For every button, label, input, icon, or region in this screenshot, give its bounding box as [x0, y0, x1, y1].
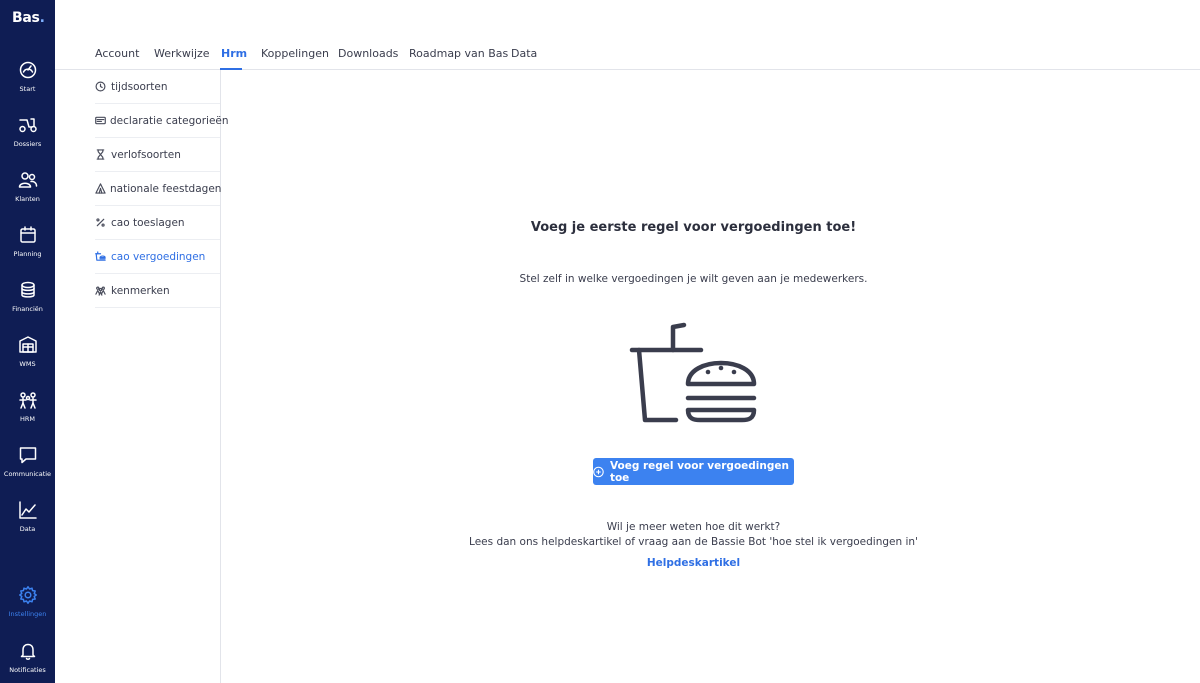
- empty-state-subtitle: Stel zelf in welke vergoedingen je wilt …: [519, 273, 868, 285]
- speedometer-icon: [19, 61, 36, 79]
- clock-icon: [95, 81, 106, 91]
- tab-koppelingen[interactable]: Koppelingen: [261, 47, 329, 60]
- help-description: Lees dan ons helpdeskartikel of vraag aa…: [469, 536, 918, 548]
- drink-and-burger-icon: [629, 322, 757, 423]
- tab-downloads[interactable]: Downloads: [338, 47, 398, 60]
- nav-data[interactable]: Data: [0, 500, 55, 533]
- nav-start[interactable]: Start: [0, 60, 55, 93]
- nav-communicatie[interactable]: Communicatie: [0, 445, 55, 478]
- tab-account[interactable]: Account: [95, 47, 139, 60]
- help-question: Wil je meer weten hoe dit werkt?: [606, 521, 781, 533]
- subnav-item-feestdagen[interactable]: nationale feestdagen: [95, 172, 221, 206]
- add-vergoeding-rule-label: Voeg regel voor vergoedingen toe: [609, 459, 789, 484]
- tab-hrm[interactable]: Hrm: [221, 47, 247, 60]
- food-icon: [95, 250, 106, 261]
- bell-icon: [20, 643, 35, 660]
- subnav-item-kenmerken[interactable]: kenmerken: [95, 274, 220, 308]
- nav-notificaties[interactable]: Notificaties: [0, 641, 55, 674]
- hrm-subnav: tijdsoorten declaratie categorieën verlo…: [95, 70, 229, 683]
- subnav-item-verlofsoorten[interactable]: verlofsoorten: [95, 138, 220, 172]
- chart-icon: [18, 501, 37, 519]
- nav-hrm[interactable]: HRM: [0, 390, 55, 423]
- nav-dossiers[interactable]: Dossiers: [0, 115, 55, 148]
- calendar-icon: [19, 226, 36, 243]
- tab-werkwijze[interactable]: Werkwijze: [154, 47, 210, 60]
- tab-data[interactable]: Data: [511, 47, 537, 60]
- subnav-item-tijdsoorten[interactable]: tijdsoorten: [95, 70, 220, 104]
- empty-state-title: Voeg je eerste regel voor vergoedingen t…: [530, 220, 857, 235]
- nav-financien[interactable]: Financiën: [0, 280, 55, 313]
- warehouse-icon: [18, 336, 37, 353]
- logo[interactable]: Bas.: [12, 10, 45, 26]
- main-sidebar: Bas. Start Dossiers Klanten Planning Fin…: [0, 0, 55, 683]
- helpdesk-article-link[interactable]: Helpdeskartikel: [221, 557, 1166, 569]
- subnav-item-declaratie[interactable]: declaratie categorieën: [95, 104, 229, 138]
- settings-tabs: Account Werkwijze Hrm Koppelingen Downlo…: [55, 0, 1200, 70]
- tent-icon: [95, 182, 106, 194]
- gear-icon: [18, 586, 37, 604]
- nav-planning[interactable]: Planning: [0, 225, 55, 258]
- add-vergoeding-rule-button[interactable]: Voeg regel voor vergoedingen toe: [593, 458, 794, 485]
- subnav-item-vergoedingen[interactable]: cao vergoedingen: [95, 240, 220, 274]
- subnav-item-toeslagen[interactable]: cao toeslagen: [95, 206, 220, 240]
- team-icon: [18, 392, 37, 409]
- active-tab-indicator: [220, 68, 242, 70]
- users-icon: [18, 172, 37, 188]
- nav-instellingen[interactable]: Instellingen: [0, 585, 55, 618]
- scooter-icon: [18, 118, 37, 133]
- nav-wms[interactable]: WMS: [0, 335, 55, 368]
- receipt-icon: [95, 116, 106, 124]
- coins-icon: [20, 281, 35, 298]
- people-icon: [95, 286, 106, 296]
- nav-klanten[interactable]: Klanten: [0, 170, 55, 203]
- percent-icon: [96, 217, 105, 227]
- plus-circle-icon: [593, 466, 604, 477]
- chat-icon: [19, 447, 36, 464]
- hourglass-icon: [96, 148, 105, 160]
- tab-roadmap[interactable]: Roadmap van Bas: [409, 47, 508, 60]
